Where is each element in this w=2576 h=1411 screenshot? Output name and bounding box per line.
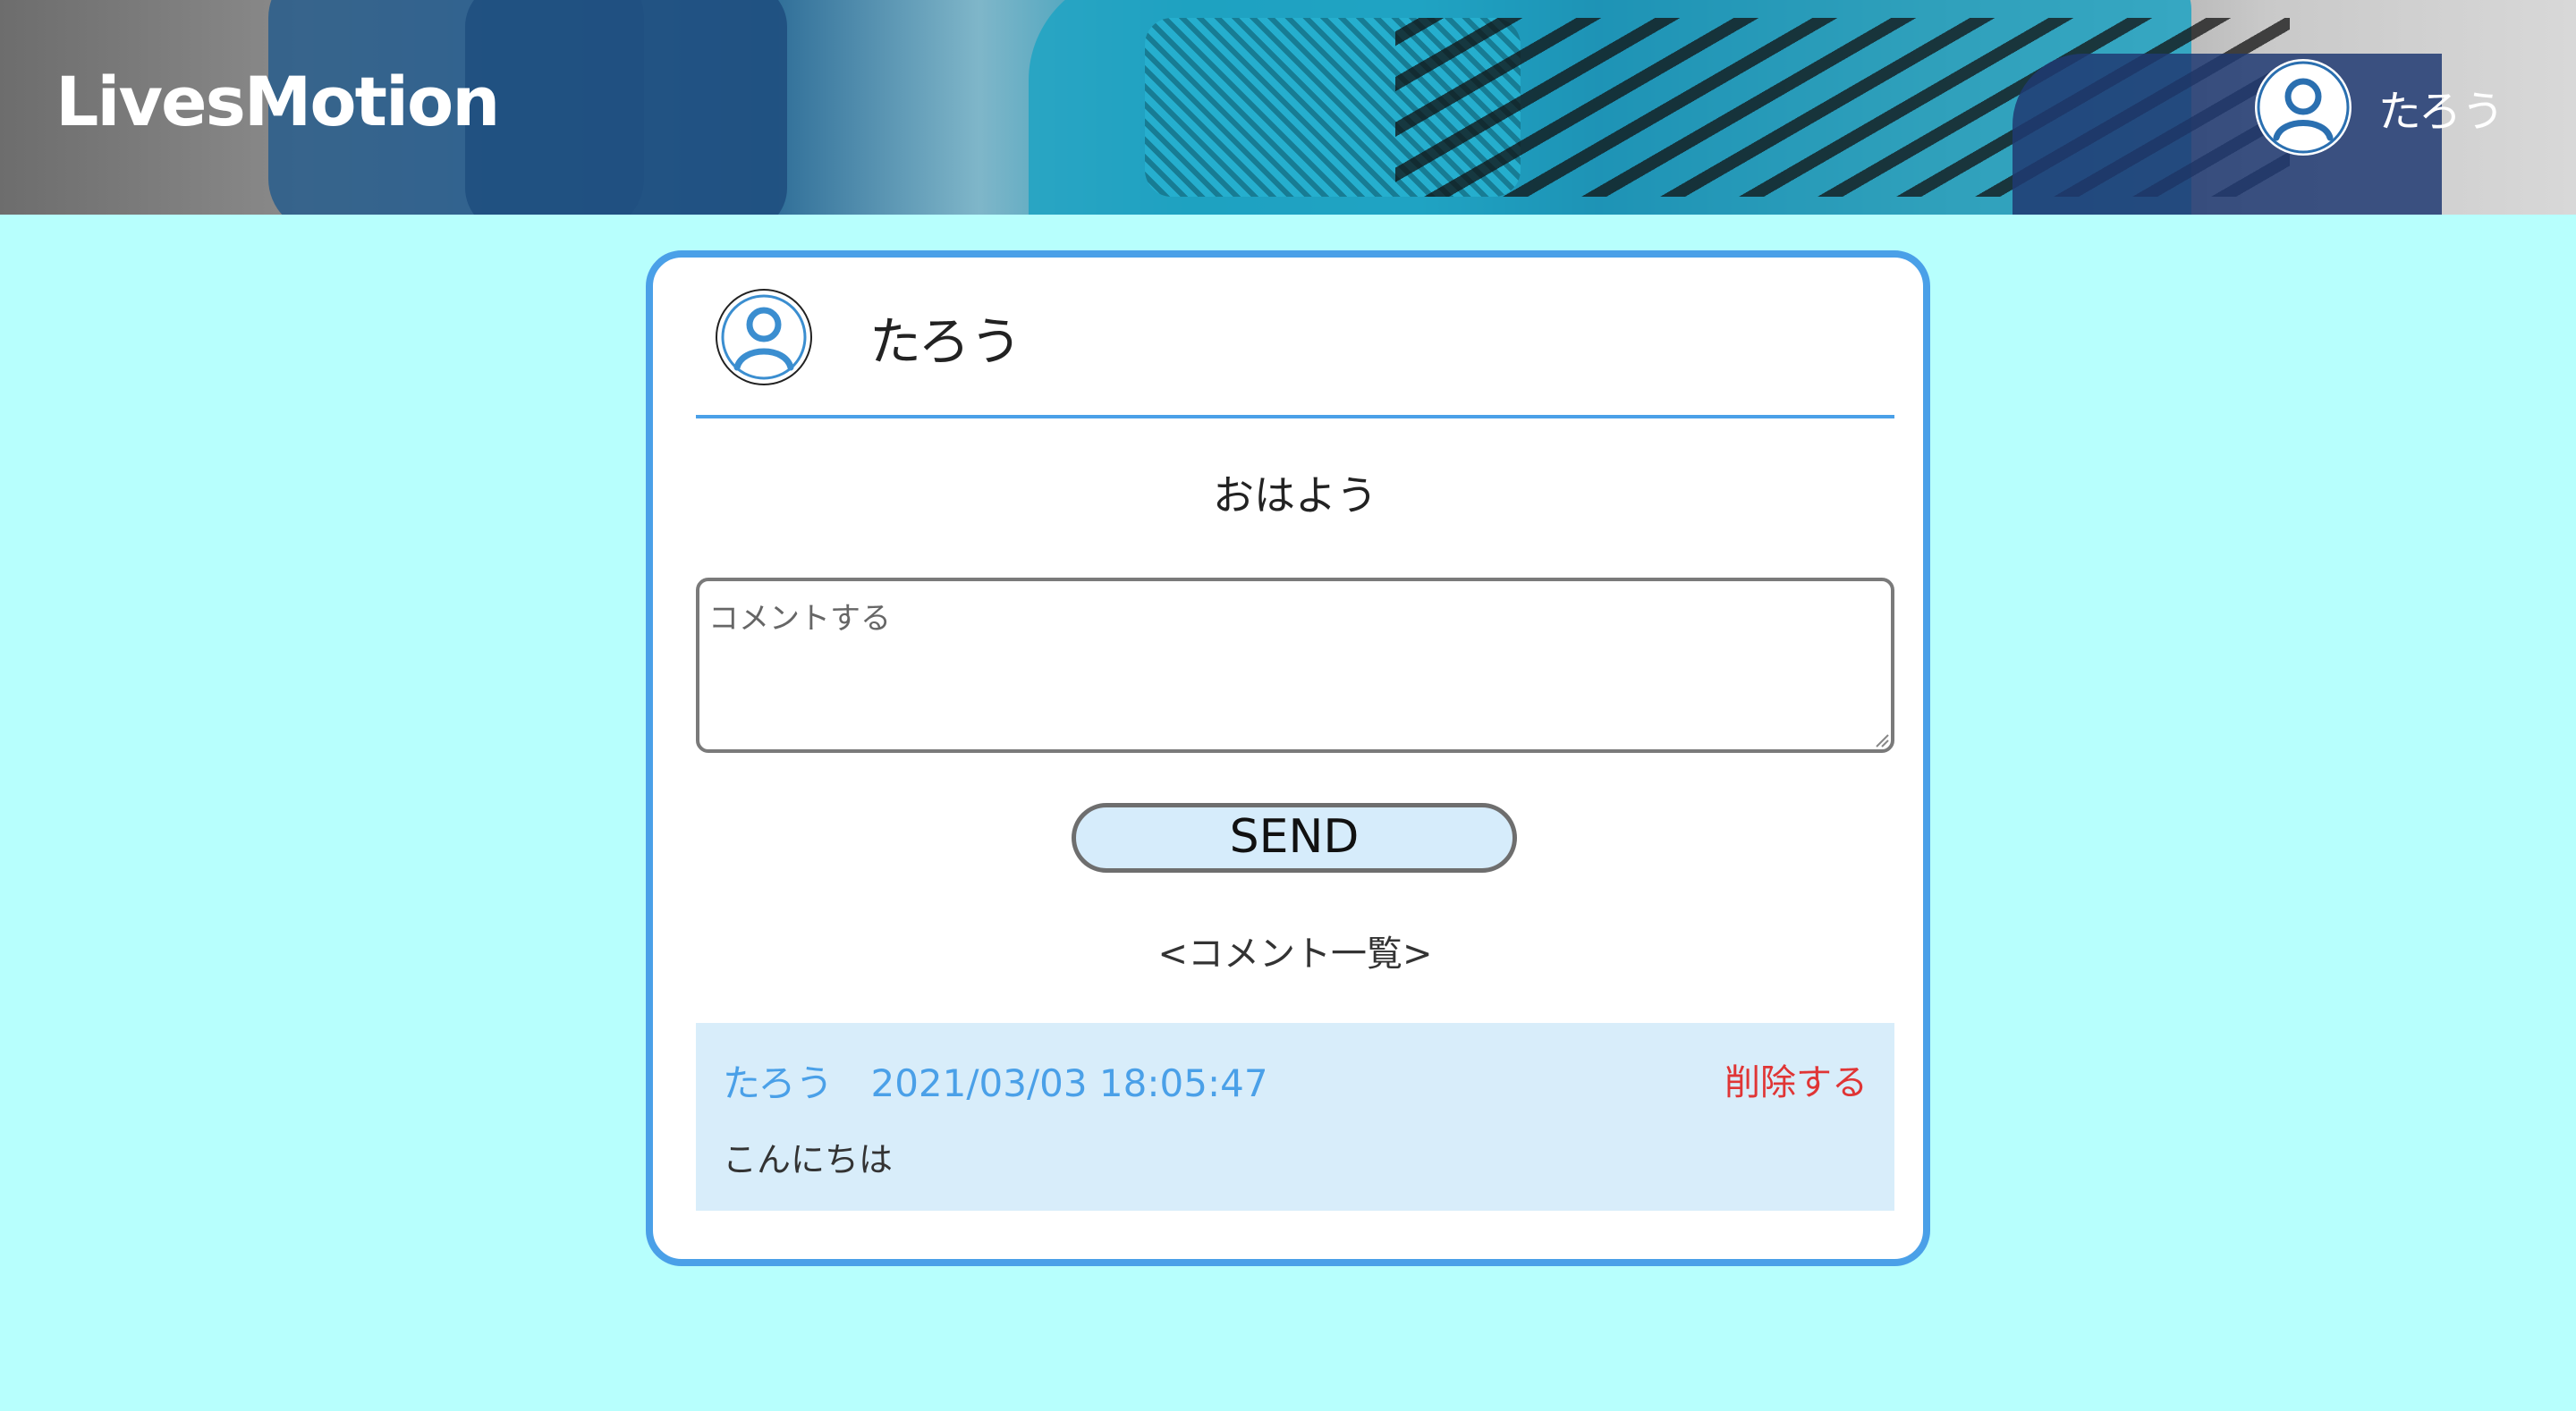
- header-banner: LivesMotion たろう: [0, 0, 2576, 215]
- post-text: おはよう: [1213, 471, 1377, 520]
- author-divider: [696, 415, 1894, 418]
- send-button[interactable]: SEND: [1072, 803, 1517, 873]
- header-user-name[interactable]: たろう: [2378, 76, 2504, 139]
- user-avatar-icon[interactable]: [2254, 59, 2351, 156]
- comment-body: こんにちは: [723, 1140, 894, 1179]
- comment-author[interactable]: たろう: [723, 1061, 833, 1105]
- delete-comment-link[interactable]: 削除する: [1724, 1053, 1868, 1105]
- comment-item: たろう 2021/03/03 18:05:47 削除する こんにちは: [696, 1023, 1894, 1211]
- post-card: たろう おはよう SEND <コメント一覧> たろう 2021/03/03 18:…: [646, 250, 1930, 1266]
- header-user-menu[interactable]: たろう: [2254, 59, 2504, 156]
- comment-input[interactable]: [696, 578, 1894, 753]
- post-author-row: たろう: [696, 289, 1852, 385]
- comment-meta: たろう 2021/03/03 18:05:47: [723, 1053, 1268, 1108]
- author-avatar-icon[interactable]: [716, 289, 812, 385]
- comment-datetime: 2021/03/03 18:05:47: [870, 1061, 1268, 1105]
- resize-handle-icon[interactable]: [1875, 733, 1889, 748]
- comment-list-heading: <コメント一覧>: [1157, 934, 1433, 975]
- app-logo[interactable]: LivesMotion: [55, 68, 500, 136]
- banner-dumbbell-shape: [465, 0, 787, 215]
- post-author-name[interactable]: たろう: [869, 300, 1022, 375]
